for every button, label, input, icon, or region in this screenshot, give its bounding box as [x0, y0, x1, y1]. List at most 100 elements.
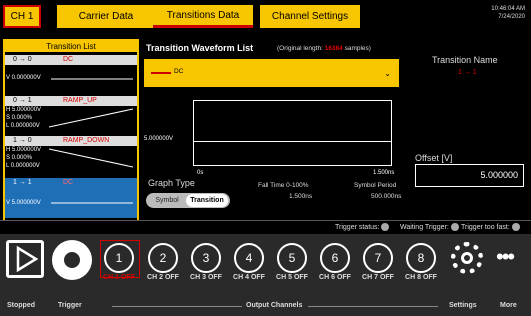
- fall-time-label: Fall Time 0-100%: [258, 182, 309, 189]
- waveform-color-swatch: [151, 72, 171, 74]
- trigger-label: Trigger: [58, 302, 82, 309]
- offset-label: Offset [V]: [415, 153, 453, 163]
- transition-preview: V 5.000000V: [5, 188, 137, 218]
- transition-item-header: 1 → 0 RAMP_DOWN: [5, 136, 137, 146]
- waveform-plot: [193, 100, 392, 166]
- channel-1-number: 1: [115, 251, 123, 265]
- output-channels-rule-right: [308, 306, 438, 307]
- original-length-suffix: samples): [344, 45, 371, 52]
- channel-2-button[interactable]: 2: [148, 243, 178, 273]
- channel-3-button[interactable]: 3: [191, 243, 221, 273]
- channel-7-label: CH 7 OFF: [362, 274, 394, 281]
- play-icon: [16, 245, 39, 273]
- graph-type-toggle[interactable]: Symbol Transition: [146, 193, 230, 208]
- channel-6-button[interactable]: 6: [320, 243, 350, 273]
- waveform-trace: [194, 141, 391, 142]
- channel-4-button[interactable]: 4: [234, 243, 264, 273]
- transition-preview-plot: [51, 202, 133, 204]
- transition-list: Transition List 0 → 0 DC V 0.000000V 0 →…: [3, 39, 139, 244]
- trigger-too-fast-label: Trigger too fast:: [461, 223, 510, 231]
- transition-from-to: 0 → 0: [13, 56, 32, 63]
- plot-y-label: 5.000000V: [144, 136, 174, 142]
- fall-time-value: 1.500ns: [289, 193, 313, 200]
- transition-preview: H 5.000000V S 0.000% L 0.000000V: [5, 146, 137, 172]
- channel-5-number: 5: [288, 251, 296, 265]
- output-channels-label: Output Channels: [246, 302, 303, 309]
- graph-type-label: Graph Type: [148, 178, 195, 188]
- channel-4-label: CH 4 OFF: [233, 274, 265, 281]
- channel-2-number: 2: [159, 251, 167, 265]
- waiting-trigger-label: Waiting Trigger:: [400, 223, 449, 231]
- transition-item-1-1[interactable]: 1 → 1 DC V 5.000000V: [5, 178, 137, 218]
- plot-x-end: 1.500ns: [373, 170, 395, 176]
- transition-item-header: 0 → 1 RAMP_UP: [5, 96, 137, 106]
- trigger-too-fast: Trigger too fast:: [461, 223, 520, 231]
- transition-name: DC: [63, 179, 74, 186]
- waiting-trigger-led-icon: [450, 223, 459, 231]
- bottom-bar: 1 2 3 4 5 6 7 8 CH 1 OFF CH 2 OFF CH 3 O…: [0, 234, 531, 316]
- channel-badge[interactable]: CH 1: [3, 5, 41, 28]
- graph-type-transition[interactable]: Transition: [186, 194, 228, 207]
- clock-time: 10:46:04 AM: [491, 6, 525, 12]
- trigger-button[interactable]: [52, 240, 92, 280]
- run-stop-button[interactable]: [6, 240, 44, 278]
- transition-from-to: 0 → 1: [13, 97, 32, 104]
- channel-4-number: 4: [245, 251, 253, 265]
- transition-name: RAMP_UP: [63, 97, 97, 104]
- clock-date: 7/24/2020: [498, 14, 525, 20]
- transition-item-header: 1 → 1 DC: [5, 178, 137, 188]
- tab-channel-settings[interactable]: Channel Settings: [260, 5, 360, 28]
- channel-5-label: CH 5 OFF: [276, 274, 308, 281]
- settings-gear-icon[interactable]: [451, 242, 483, 274]
- channel-6-number: 6: [331, 251, 339, 265]
- original-length-prefix: (Original length:: [277, 45, 323, 52]
- original-length-value: 16384: [324, 45, 343, 52]
- trigger-status-label: Trigger status:: [335, 223, 380, 231]
- transition-name: DC: [63, 56, 74, 63]
- waveform-selected-value: DC: [174, 68, 184, 75]
- offset-input[interactable]: 5.000000: [415, 164, 524, 187]
- waveform-select[interactable]: DC ⌄: [144, 59, 399, 87]
- stopped-label: Stopped: [7, 302, 35, 309]
- channel-5-button[interactable]: 5: [277, 243, 307, 273]
- transition-preview: V 0.000000V: [5, 65, 137, 93]
- channel-6-label: CH 6 OFF: [319, 274, 351, 281]
- channel-3-label: CH 3 OFF: [190, 274, 222, 281]
- more-label: More: [500, 302, 517, 309]
- transition-from-to: 1 → 1: [13, 179, 32, 186]
- ramp-up-preview-plot: [48, 108, 134, 128]
- transition-name-label: Transition Name: [432, 55, 498, 65]
- waveform-list-title: Transition Waveform List: [146, 43, 254, 53]
- symbol-period-value: 500.000ns: [371, 193, 402, 200]
- transition-preview: H 5.000000V S 0.000% L 0.000000V: [5, 106, 137, 132]
- chevron-down-icon: ⌄: [384, 69, 391, 78]
- clock: 10:46:04 AM 7/24/2020: [491, 5, 525, 21]
- transition-item-0-1[interactable]: 0 → 1 RAMP_UP H 5.000000V S 0.000% L 0.0…: [5, 96, 137, 132]
- waiting-trigger: Waiting Trigger:: [400, 223, 459, 231]
- graph-type-symbol[interactable]: Symbol: [148, 194, 186, 207]
- trigger-too-fast-led-icon: [511, 223, 520, 231]
- transition-item-1-0[interactable]: 1 → 0 RAMP_DOWN H 5.000000V S 0.000% L 0…: [5, 136, 137, 172]
- plot-x-start: 0s: [197, 170, 204, 176]
- channel-2-label: CH 2 OFF: [147, 274, 179, 281]
- transition-list-title: Transition List: [5, 41, 137, 52]
- original-length: (Original length: 16384 samples): [277, 45, 371, 52]
- transition-preview-plot: [51, 78, 133, 80]
- transition-from-to: 1 → 0: [13, 137, 32, 144]
- channel-3-number: 3: [202, 251, 210, 265]
- tab-carrier-data[interactable]: Carrier Data: [57, 5, 155, 28]
- more-dots-icon[interactable]: •••: [496, 246, 515, 268]
- transition-item-0-0[interactable]: 0 → 0 DC V 0.000000V: [5, 55, 137, 93]
- channel-1-label: CH 1 OFF: [103, 274, 135, 281]
- channel-7-button[interactable]: 7: [363, 243, 393, 273]
- tab-transitions-data[interactable]: Transitions Data: [153, 5, 253, 28]
- channel-8-number: 8: [417, 251, 425, 265]
- settings-label: Settings: [449, 302, 477, 309]
- channel-8-label: CH 8 OFF: [405, 274, 437, 281]
- channel-8-button[interactable]: 8: [406, 243, 436, 273]
- channel-1-button[interactable]: 1: [100, 240, 140, 278]
- channel-7-number: 7: [374, 251, 382, 265]
- top-bar: CH 1 Carrier Data Transitions Data Chann…: [0, 0, 531, 32]
- transition-name-value: 1 → 1: [458, 69, 477, 76]
- trigger-status: Trigger status:: [335, 223, 390, 231]
